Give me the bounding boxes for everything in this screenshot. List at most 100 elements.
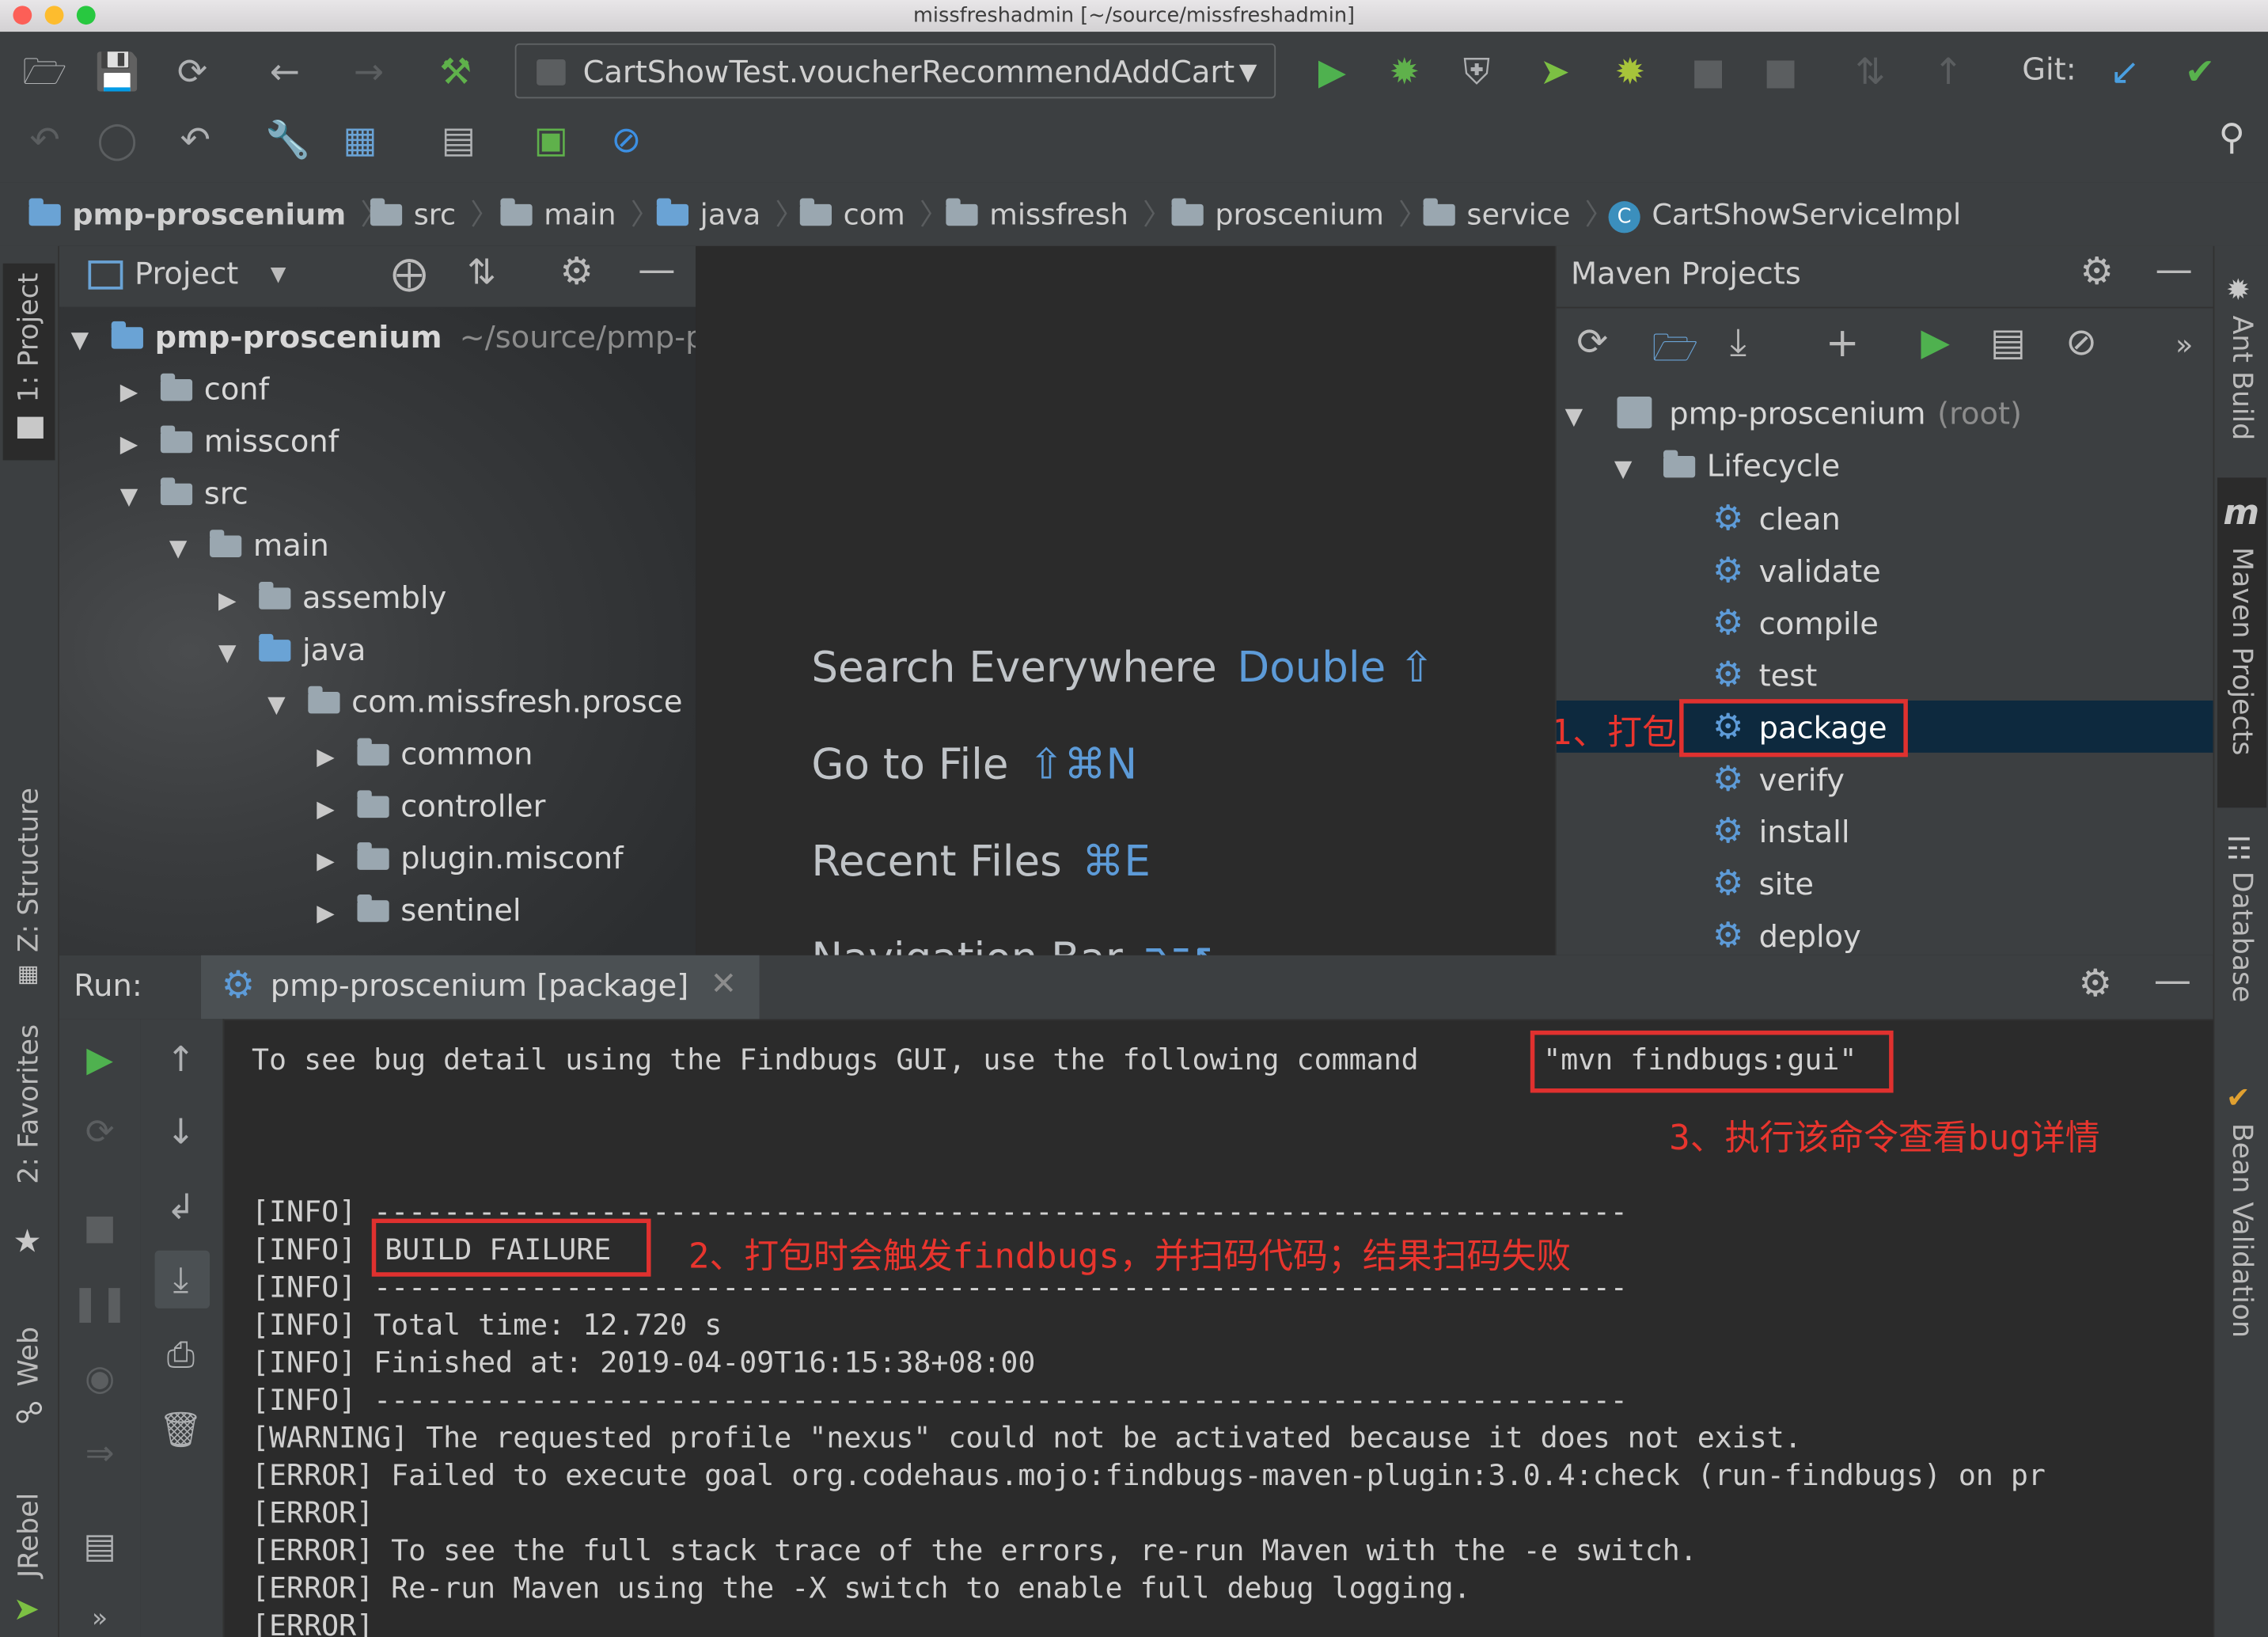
tab-bean-validation[interactable]: Bean Validation	[2226, 1123, 2258, 1338]
maven-phase[interactable]: ⚙ site	[1712, 856, 1814, 909]
open-folder-icon[interactable]: 🗁	[21, 51, 70, 94]
maven-phase[interactable]: ⚙ validate	[1712, 545, 1881, 597]
locate-target-icon[interactable]: ⨁	[392, 253, 427, 294]
import-icon[interactable]: ⇒	[59, 1433, 140, 1473]
sdk-icon[interactable]: ▤	[434, 119, 483, 162]
expand-triangle-icon[interactable]: ▼	[1565, 391, 1591, 443]
maven-phase[interactable]: ⚙ install	[1712, 805, 1849, 857]
tree-item[interactable]: ▶ conf	[120, 363, 269, 416]
tab-favorites[interactable]: 2: Favorites	[13, 1024, 44, 1184]
breadcrumb-item[interactable]: C CartShowServiceImpl	[1608, 182, 1961, 245]
expand-triangle-icon[interactable]: ▼	[169, 522, 195, 575]
maven-phase[interactable]: ⚙ deploy	[1712, 909, 1861, 955]
jrebel-run-icon[interactable]: ➤	[1530, 51, 1580, 94]
undo-icon[interactable]: ↶	[171, 119, 220, 162]
gear-icon[interactable]: ⚙	[2079, 963, 2113, 1006]
print-icon[interactable]: ⎙	[140, 1335, 221, 1375]
more-icon[interactable]: »	[59, 1604, 140, 1634]
add-icon[interactable]: +	[1826, 318, 1860, 366]
stop-all-icon[interactable]: ■	[1756, 51, 1805, 94]
expand-triangle-icon[interactable]: ▼	[267, 679, 294, 731]
hide-panel-icon[interactable]: —	[2155, 249, 2193, 292]
git-commit-check-icon[interactable]: ✔	[2175, 51, 2224, 94]
tab-ant-build[interactable]: Ant Build	[2226, 316, 2258, 441]
reimport-icon[interactable]: ⟳	[1576, 321, 1608, 365]
project-structure-icon[interactable]: ▦	[336, 119, 385, 162]
maven-phase[interactable]: ⚙ test	[1712, 648, 1817, 701]
gear-icon[interactable]: ⚙	[559, 250, 594, 294]
tree-item[interactable]: ▶ plugin.misconf	[317, 832, 623, 884]
breadcrumb-item[interactable]: src 〉	[370, 182, 499, 245]
save-icon[interactable]: 💾	[93, 51, 142, 94]
run-maven-build-icon[interactable]: ▶	[1921, 321, 1950, 365]
collapse-triangle-icon[interactable]: ▶	[317, 731, 343, 783]
jrebel-debug-icon[interactable]: ✹	[1606, 51, 1655, 94]
tree-item[interactable]: ▶ common	[317, 728, 533, 781]
expand-triangle-icon[interactable]: ▼	[1614, 443, 1640, 496]
scroll-to-end-icon[interactable]: ⤓	[140, 1259, 221, 1300]
tab-maven-projects[interactable]: Maven Projects	[2226, 547, 2258, 755]
tab-structure[interactable]: Z: Structure	[13, 788, 44, 952]
maven-phase[interactable]: ⚙ verify	[1712, 753, 1845, 805]
tab-project[interactable]: 1: Project	[13, 273, 44, 403]
breadcrumb-item[interactable]: com 〉	[799, 182, 949, 245]
close-icon[interactable]: ✕	[710, 967, 737, 1003]
tab-database[interactable]: Database	[2226, 872, 2258, 1003]
run-icon[interactable]: ▶	[1307, 51, 1356, 94]
maven-phase[interactable]: ⚙ clean	[1712, 492, 1841, 545]
stop-icon[interactable]: ■	[1684, 51, 1733, 94]
no-entry-icon[interactable]: ⊘	[601, 119, 650, 162]
vcs-update-icon[interactable]: ⇅	[1845, 51, 1894, 94]
more-icon[interactable]: »	[2175, 327, 2193, 362]
soft-wrap-icon[interactable]: ↲	[140, 1187, 221, 1227]
collapse-triangle-icon[interactable]: ▶	[317, 887, 343, 940]
sync-icon[interactable]: ⟳	[168, 51, 217, 94]
search-icon[interactable]: ⚲	[2207, 116, 2256, 159]
tree-item[interactable]: ▶ sentinel	[317, 884, 521, 936]
skip-tests-icon[interactable]: ⊘	[2065, 321, 2097, 365]
maven-phase[interactable]: ⚙ compile	[1712, 596, 1879, 648]
tree-root[interactable]: ▼ pmp-proscenium ~/source/pmp-p	[71, 311, 696, 363]
forward-icon[interactable]: →	[344, 51, 393, 94]
hide-panel-icon[interactable]: —	[2154, 959, 2192, 1003]
breadcrumb-item[interactable]: main 〉	[500, 182, 659, 245]
tree-item[interactable]: ▶ controller	[317, 781, 545, 833]
expand-triangle-icon[interactable]: ▼	[218, 627, 245, 679]
execute-goal-icon[interactable]: ▤	[1990, 321, 2026, 365]
breadcrumb-item[interactable]: proscenium 〉	[1171, 182, 1428, 245]
tree-item[interactable]: ▼ main	[169, 519, 329, 572]
settings-wrench-icon[interactable]: 🔧	[264, 119, 313, 162]
expand-triangle-icon[interactable]: ▼	[71, 314, 97, 367]
undo-disabled-icon[interactable]: ↶	[21, 119, 70, 162]
chevron-down-icon[interactable]: ▼	[271, 264, 286, 287]
project-panel-title[interactable]: Project	[135, 256, 238, 291]
rerun-failed-icon[interactable]: ⟳	[59, 1111, 140, 1152]
console-output[interactable]: To see bug detail using the Findbugs GUI…	[252, 1019, 2213, 1637]
coverage-icon[interactable]: ⛨	[1452, 51, 1501, 94]
close-window-button[interactable]	[13, 6, 32, 25]
arrow-down-icon[interactable]: ↓	[140, 1111, 221, 1152]
breadcrumb-item[interactable]: java 〉	[656, 182, 804, 245]
collapse-triangle-icon[interactable]: ▶	[120, 418, 146, 470]
tab-jrebel[interactable]: JRebel	[13, 1493, 44, 1578]
run-configuration-selector[interactable]: CartShowTest.voucherRecommendAddCart ▼	[514, 43, 1276, 99]
breadcrumb-item[interactable]: service 〉	[1423, 182, 1614, 245]
generate-sources-icon[interactable]: 🗁	[1652, 321, 1698, 385]
tree-item[interactable]: ▼ java	[218, 624, 366, 676]
gear-icon[interactable]: ⚙	[2080, 250, 2114, 294]
run-tab[interactable]: ⚙ pmp-proscenium [package]	[201, 955, 760, 1020]
download-icon[interactable]: ⤓	[1730, 321, 1747, 367]
tree-item[interactable]: ▼ src	[120, 468, 248, 520]
collapse-triangle-icon[interactable]: ▶	[317, 783, 343, 835]
trash-icon[interactable]: 🗑	[140, 1410, 221, 1450]
tree-item[interactable]: ▶ missconf	[120, 416, 339, 468]
vcs-commit-icon[interactable]: ↑	[1924, 51, 1973, 94]
maven-root[interactable]: ▼ pmp-proscenium (root)	[1565, 388, 2022, 440]
maven-lifecycle[interactable]: ▼ Lifecycle	[1614, 440, 1840, 492]
tree-item[interactable]: ▶ assembly	[218, 572, 446, 624]
back-icon[interactable]: ←	[260, 51, 309, 94]
camera-icon[interactable]: ◉	[59, 1358, 140, 1398]
hide-panel-icon[interactable]: —	[638, 249, 676, 292]
breadcrumb-item[interactable]: pmp-proscenium〉	[28, 182, 389, 245]
pause-icon[interactable]: ❚❚	[59, 1282, 140, 1323]
